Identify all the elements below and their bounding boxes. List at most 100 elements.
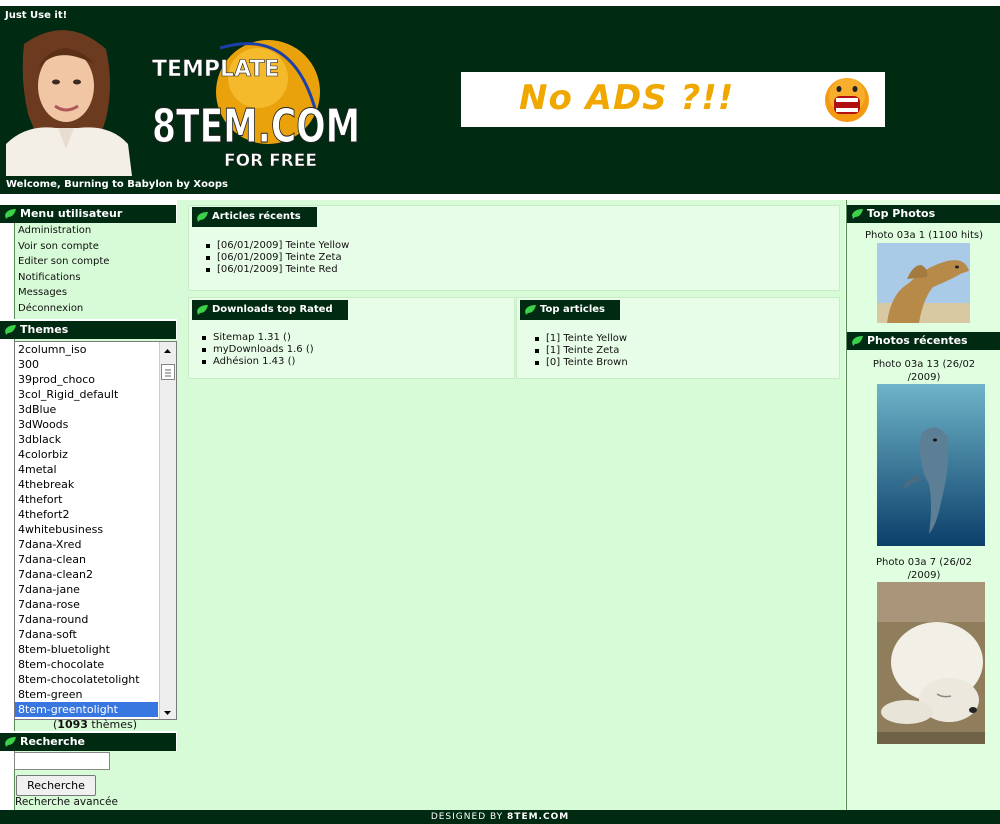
search-button[interactable]: Recherche xyxy=(16,775,96,796)
welcome-message: Welcome, Burning to Babylon by Xoops xyxy=(6,179,228,190)
theme-option[interactable]: 8tem-greentolight xyxy=(15,702,158,717)
top-photos-title: Top Photos xyxy=(867,207,936,220)
theme-option[interactable]: 7dana-jane xyxy=(15,582,158,597)
left-sidebar: Menu utilisateur Administration Voir son… xyxy=(0,200,177,810)
leaf-icon xyxy=(197,305,208,315)
downloads-header: Downloads top Rated xyxy=(192,300,348,320)
theme-option[interactable]: 300 xyxy=(15,357,158,372)
header-portrait-image xyxy=(6,24,132,176)
recent-photo-2-caption-line1: Photo 03a 7 (26/02 xyxy=(876,557,972,568)
logo-bottom-text: FOR FREE xyxy=(224,151,317,171)
leaf-icon xyxy=(5,325,16,335)
recent-photos-title: Photos récentes xyxy=(867,334,968,347)
theme-option[interactable]: 8tem-chocolatetolight xyxy=(15,672,158,687)
theme-option[interactable]: 2column_iso xyxy=(15,342,158,357)
site-header: Just Use it! TEMPLATE 8TEM.COM FOR FREE … xyxy=(0,6,1000,194)
theme-option[interactable]: 4whitebusiness xyxy=(15,522,158,537)
leaf-icon xyxy=(5,209,16,219)
recent-photo-1-caption[interactable]: Photo 03a 13 (26/02 /2009) xyxy=(847,358,1000,384)
search-title: Recherche xyxy=(20,735,85,748)
theme-option[interactable]: 4thebreak xyxy=(15,477,158,492)
menu-item-view-account[interactable]: Voir son compte xyxy=(15,239,177,255)
theme-option[interactable]: 7dana-round xyxy=(15,612,158,627)
top-articles-header: Top articles xyxy=(520,300,620,320)
theme-option[interactable]: 4metal xyxy=(15,462,158,477)
recent-photos-header: Photos récentes xyxy=(847,332,1000,350)
list-item[interactable]: [06/01/2009] Teinte Yellow xyxy=(205,240,349,252)
recent-photo-1-caption-line1: Photo 03a 13 (26/02 xyxy=(872,359,976,370)
logo-top-text: TEMPLATE xyxy=(152,57,279,82)
theme-option[interactable]: 3col_Rigid_default xyxy=(15,387,158,402)
search-input[interactable] xyxy=(14,752,110,770)
recent-articles-header: Articles récents xyxy=(192,207,317,227)
themes-count: (1093 thèmes) xyxy=(15,718,175,731)
theme-option[interactable]: 7dana-soft xyxy=(15,627,158,642)
themes-scrollbar[interactable] xyxy=(159,342,176,719)
polar-bear-photo[interactable] xyxy=(877,582,985,744)
right-sidebar: Top Photos Photo 03a 1 (1100 hits) Photo… xyxy=(846,200,1000,810)
ad-banner-text: No ADS ?!! xyxy=(519,78,735,118)
recent-photo-2-caption-line2: /2009) xyxy=(907,570,941,581)
leaf-icon xyxy=(197,212,208,222)
theme-option[interactable]: 7dana-clean xyxy=(15,552,158,567)
theme-option[interactable]: 3dBlue xyxy=(15,402,158,417)
scroll-up-arrow-icon[interactable] xyxy=(161,343,174,356)
screaming-face-icon xyxy=(825,78,869,122)
leaf-icon xyxy=(852,209,863,219)
site-footer: DESIGNED BY 8TEM.COM xyxy=(0,810,1000,824)
camel-photo[interactable] xyxy=(877,243,970,323)
ad-banner[interactable]: No ADS ?!! xyxy=(461,72,885,127)
recent-articles-list: [06/01/2009] Teinte Yellow [06/01/2009] … xyxy=(205,240,349,276)
top-photo-caption[interactable]: Photo 03a 1 (1100 hits) xyxy=(847,229,1000,242)
dolphin-photo[interactable] xyxy=(877,384,985,546)
themes-count-number: 1093 xyxy=(57,718,88,731)
theme-option[interactable]: 8tem-green xyxy=(15,687,158,702)
site-logo: TEMPLATE 8TEM.COM FOR FREE xyxy=(152,40,361,171)
list-item[interactable]: Sitemap 1.31 () xyxy=(201,332,314,344)
top-articles-title: Top articles xyxy=(540,304,605,315)
recent-photo-2-caption[interactable]: Photo 03a 7 (26/02 /2009) xyxy=(847,556,1000,582)
menu-item-logout[interactable]: Déconnexion xyxy=(15,301,177,317)
search-header: Recherche xyxy=(0,733,176,751)
menu-item-administration[interactable]: Administration xyxy=(15,223,177,239)
theme-option[interactable]: 7dana-Xred xyxy=(15,537,158,552)
theme-option[interactable]: 7dana-clean2 xyxy=(15,567,158,582)
themes-listbox[interactable]: 2column_iso 300 39prod_choco 3col_Rigid_def… xyxy=(14,341,177,720)
menu-item-notifications[interactable]: Notifications xyxy=(15,270,177,286)
theme-option[interactable]: 3dWoods xyxy=(15,417,158,432)
list-item[interactable]: [06/01/2009] Teinte Red xyxy=(205,264,349,276)
list-item[interactable]: [1] Teinte Zeta xyxy=(534,345,628,357)
top-articles-list: [1] Teinte Yellow [1] Teinte Zeta [0] Te… xyxy=(534,333,628,369)
theme-option[interactable]: 8tem-chocolate xyxy=(15,657,158,672)
recent-photo-1-caption-line2: /2009) xyxy=(907,372,941,383)
theme-option[interactable]: 4thefort2 xyxy=(15,507,158,522)
leaf-icon xyxy=(852,336,863,346)
top-photos-header: Top Photos xyxy=(847,205,1000,223)
list-item[interactable]: [0] Teinte Brown xyxy=(534,357,628,369)
footer-prefix: DESIGNED BY xyxy=(430,812,504,822)
list-item[interactable]: Adhésion 1.43 () xyxy=(201,356,314,368)
menu-item-edit-account[interactable]: Editer son compte xyxy=(15,254,177,270)
themes-header: Themes xyxy=(0,321,176,339)
theme-option[interactable]: 39prod_choco xyxy=(15,372,158,387)
theme-option[interactable]: 8tem-bluetolight xyxy=(15,642,158,657)
scroll-thumb[interactable] xyxy=(161,364,175,380)
theme-option[interactable]: 4colorbiz xyxy=(15,447,158,462)
theme-option[interactable]: 4thefort xyxy=(15,492,158,507)
theme-option[interactable]: 3dblack xyxy=(15,432,158,447)
leaf-icon xyxy=(5,737,16,747)
menu-item-messages[interactable]: Messages xyxy=(15,285,177,301)
list-item[interactable]: myDownloads 1.6 () xyxy=(201,344,314,356)
site-tagline: Just Use it! xyxy=(5,10,68,21)
advanced-search-link[interactable]: Recherche avancée xyxy=(15,796,118,808)
theme-option[interactable]: 7dana-rose xyxy=(15,597,158,612)
themes-title: Themes xyxy=(20,323,69,336)
footer-brand-link[interactable]: 8TEM.COM xyxy=(507,812,569,822)
downloads-title: Downloads top Rated xyxy=(212,304,333,315)
user-menu-title: Menu utilisateur xyxy=(20,207,123,220)
list-item[interactable]: [06/01/2009] Teinte Zeta xyxy=(205,252,349,264)
user-menu-header: Menu utilisateur xyxy=(0,205,176,223)
list-item[interactable]: [1] Teinte Yellow xyxy=(534,333,628,345)
scroll-down-arrow-icon[interactable] xyxy=(161,704,174,717)
main-content: Articles récents [06/01/2009] Teinte Yel… xyxy=(177,200,845,810)
